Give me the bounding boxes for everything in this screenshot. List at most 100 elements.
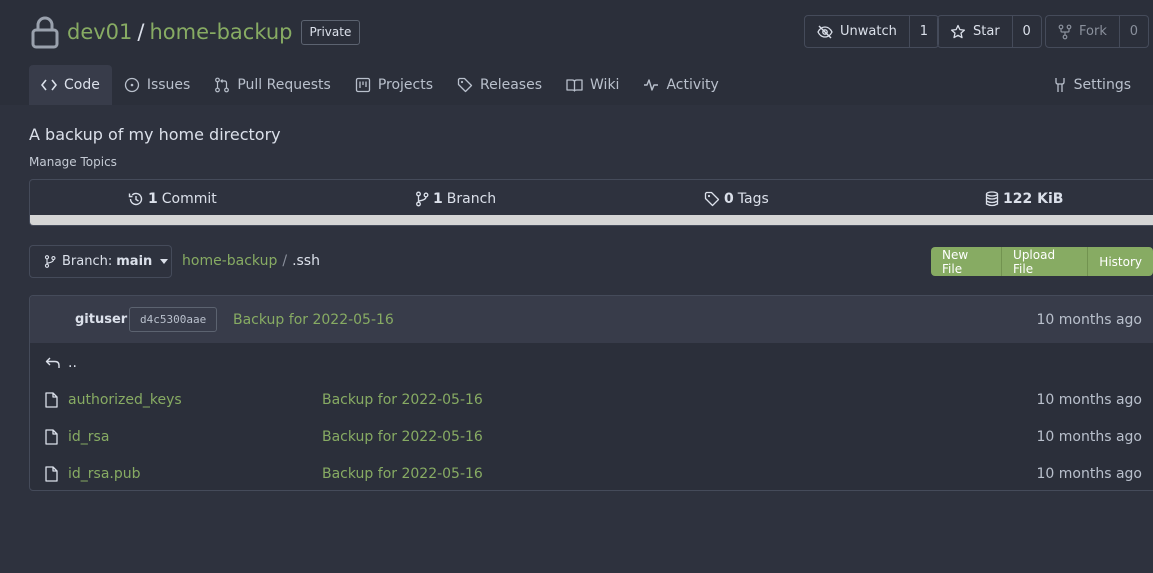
fork-button[interactable]: Fork	[1046, 16, 1120, 47]
file-age: 10 months ago	[1036, 391, 1142, 408]
star-icon	[950, 24, 973, 40]
tab-releases[interactable]: Releases	[445, 65, 554, 105]
branches-label: Branch	[446, 190, 497, 207]
history-icon	[128, 191, 148, 207]
tags-stat[interactable]: 0 Tags	[704, 180, 769, 217]
commit-message-link[interactable]: Backup for 2022-05-16	[233, 312, 394, 328]
parent-dir-row[interactable]: ..	[30, 344, 1153, 381]
file-age: 10 months ago	[1036, 465, 1142, 482]
book-icon	[566, 78, 590, 93]
latest-commit-row: gituser d4c5300aae Backup for 2022-05-16…	[30, 296, 1153, 343]
tags-label: Tags	[737, 190, 769, 207]
watch-group: Unwatch 1	[804, 15, 939, 48]
tab-issues[interactable]: Issues	[112, 65, 203, 105]
repo-size: 122 KiB	[1003, 190, 1064, 207]
fork-group: Fork 0	[1045, 15, 1149, 48]
commit-age: 10 months ago	[1036, 311, 1142, 328]
star-label: Star	[973, 24, 1000, 39]
fork-icon	[1058, 24, 1079, 40]
tab-settings[interactable]: Settings	[1041, 65, 1143, 105]
repo-owner-link[interactable]: dev01	[67, 20, 132, 44]
repo-header: dev01 / home-backup Private Unwatch 1 St…	[0, 0, 1153, 105]
tag-icon	[704, 191, 724, 207]
fork-count[interactable]: 0	[1120, 16, 1148, 47]
file-commit-message[interactable]: Backup for 2022-05-16	[322, 392, 483, 408]
file-row: id_rsa.pub Backup for 2022-05-16 10 mont…	[30, 455, 1153, 490]
file-commit-message[interactable]: Backup for 2022-05-16	[322, 466, 483, 482]
star-group: Star 0	[937, 15, 1042, 48]
tab-activity-label: Activity	[666, 77, 719, 93]
star-button[interactable]: Star	[938, 16, 1013, 47]
branch-icon	[44, 254, 62, 269]
file-row: id_rsa Backup for 2022-05-16 10 months a…	[30, 418, 1153, 455]
tab-issues-label: Issues	[146, 77, 191, 93]
size-stat: 122 KiB	[985, 180, 1067, 217]
tab-releases-label: Releases	[480, 77, 543, 93]
pulse-icon	[643, 78, 666, 92]
tab-pull-requests-label: Pull Requests	[237, 77, 331, 93]
upload-file-button[interactable]: Upload File	[1002, 247, 1089, 276]
tab-pull-requests[interactable]: Pull Requests	[202, 65, 342, 105]
lock-icon	[31, 16, 59, 49]
breadcrumb-current: .ssh	[292, 253, 320, 269]
file-actions: New File Upload File History	[931, 247, 1153, 276]
tab-projects[interactable]: Projects	[343, 65, 445, 105]
tab-settings-label: Settings	[1073, 77, 1131, 93]
file-name-link[interactable]: id_rsa.pub	[68, 466, 141, 482]
repo-title: dev01 / home-backup Private	[31, 14, 361, 50]
pull-request-icon	[214, 77, 237, 93]
repo-stats-bar: 1 Commit 1 Branch 0 Tags 122 KiB	[29, 179, 1153, 226]
branches-stat[interactable]: 1 Branch	[415, 180, 496, 217]
manage-topics-link[interactable]: Manage Topics	[29, 155, 117, 169]
breadcrumb-root-link[interactable]: home-backup	[182, 253, 277, 269]
file-commit-message[interactable]: Backup for 2022-05-16	[322, 429, 483, 445]
file-icon	[45, 465, 58, 482]
branch-name: main	[116, 254, 153, 269]
breadcrumb-separator: /	[282, 253, 288, 269]
file-name-link[interactable]: authorized_keys	[68, 392, 182, 408]
tools-icon	[1053, 77, 1074, 93]
project-icon	[355, 77, 378, 93]
tags-count: 0	[724, 190, 734, 207]
commits-count: 1	[148, 190, 158, 207]
file-icon	[45, 391, 58, 408]
branch-icon	[415, 191, 433, 207]
file-table: gituser d4c5300aae Backup for 2022-05-16…	[29, 295, 1153, 491]
repo-description: A backup of my home directory	[29, 125, 281, 144]
repo-tabs: Code Issues Pull Requests Projects Relea…	[29, 65, 731, 105]
history-button[interactable]: History	[1088, 247, 1153, 276]
tab-wiki[interactable]: Wiki	[554, 65, 631, 105]
file-row: authorized_keys Backup for 2022-05-16 10…	[30, 381, 1153, 418]
file-icon	[45, 428, 58, 445]
commit-author[interactable]: gituser	[75, 312, 127, 327]
star-count[interactable]: 0	[1013, 16, 1041, 47]
commits-label: Commit	[161, 190, 217, 207]
tab-activity[interactable]: Activity	[631, 65, 730, 105]
repo-title-separator: /	[137, 20, 145, 44]
new-file-button[interactable]: New File	[931, 247, 1003, 276]
code-icon	[41, 78, 64, 92]
breadcrumb: home-backup / .ssh	[182, 253, 320, 269]
tab-code-label: Code	[64, 77, 100, 93]
unwatch-button[interactable]: Unwatch	[805, 16, 910, 47]
branch-selector[interactable]: Branch: main	[29, 245, 172, 278]
tab-wiki-label: Wiki	[590, 77, 620, 93]
language-bar	[30, 215, 1153, 225]
parent-dir-link[interactable]: ..	[68, 355, 77, 371]
tag-icon	[457, 77, 480, 93]
unwatch-label: Unwatch	[840, 24, 897, 39]
reply-arrow-icon	[45, 356, 61, 370]
watch-count[interactable]: 1	[910, 16, 938, 47]
file-name-link[interactable]: id_rsa	[68, 429, 109, 445]
issue-icon	[124, 77, 147, 93]
file-age: 10 months ago	[1036, 428, 1142, 445]
caret-down-icon	[160, 259, 174, 264]
repo-name-link[interactable]: home-backup	[149, 20, 292, 44]
commits-stat[interactable]: 1 Commit	[128, 180, 217, 217]
visibility-badge: Private	[300, 19, 361, 45]
fork-label: Fork	[1079, 24, 1107, 39]
eye-slash-icon	[817, 24, 840, 40]
commit-sha-button[interactable]: d4c5300aae	[129, 307, 218, 332]
branches-count: 1	[433, 190, 443, 207]
tab-code[interactable]: Code	[29, 65, 112, 105]
